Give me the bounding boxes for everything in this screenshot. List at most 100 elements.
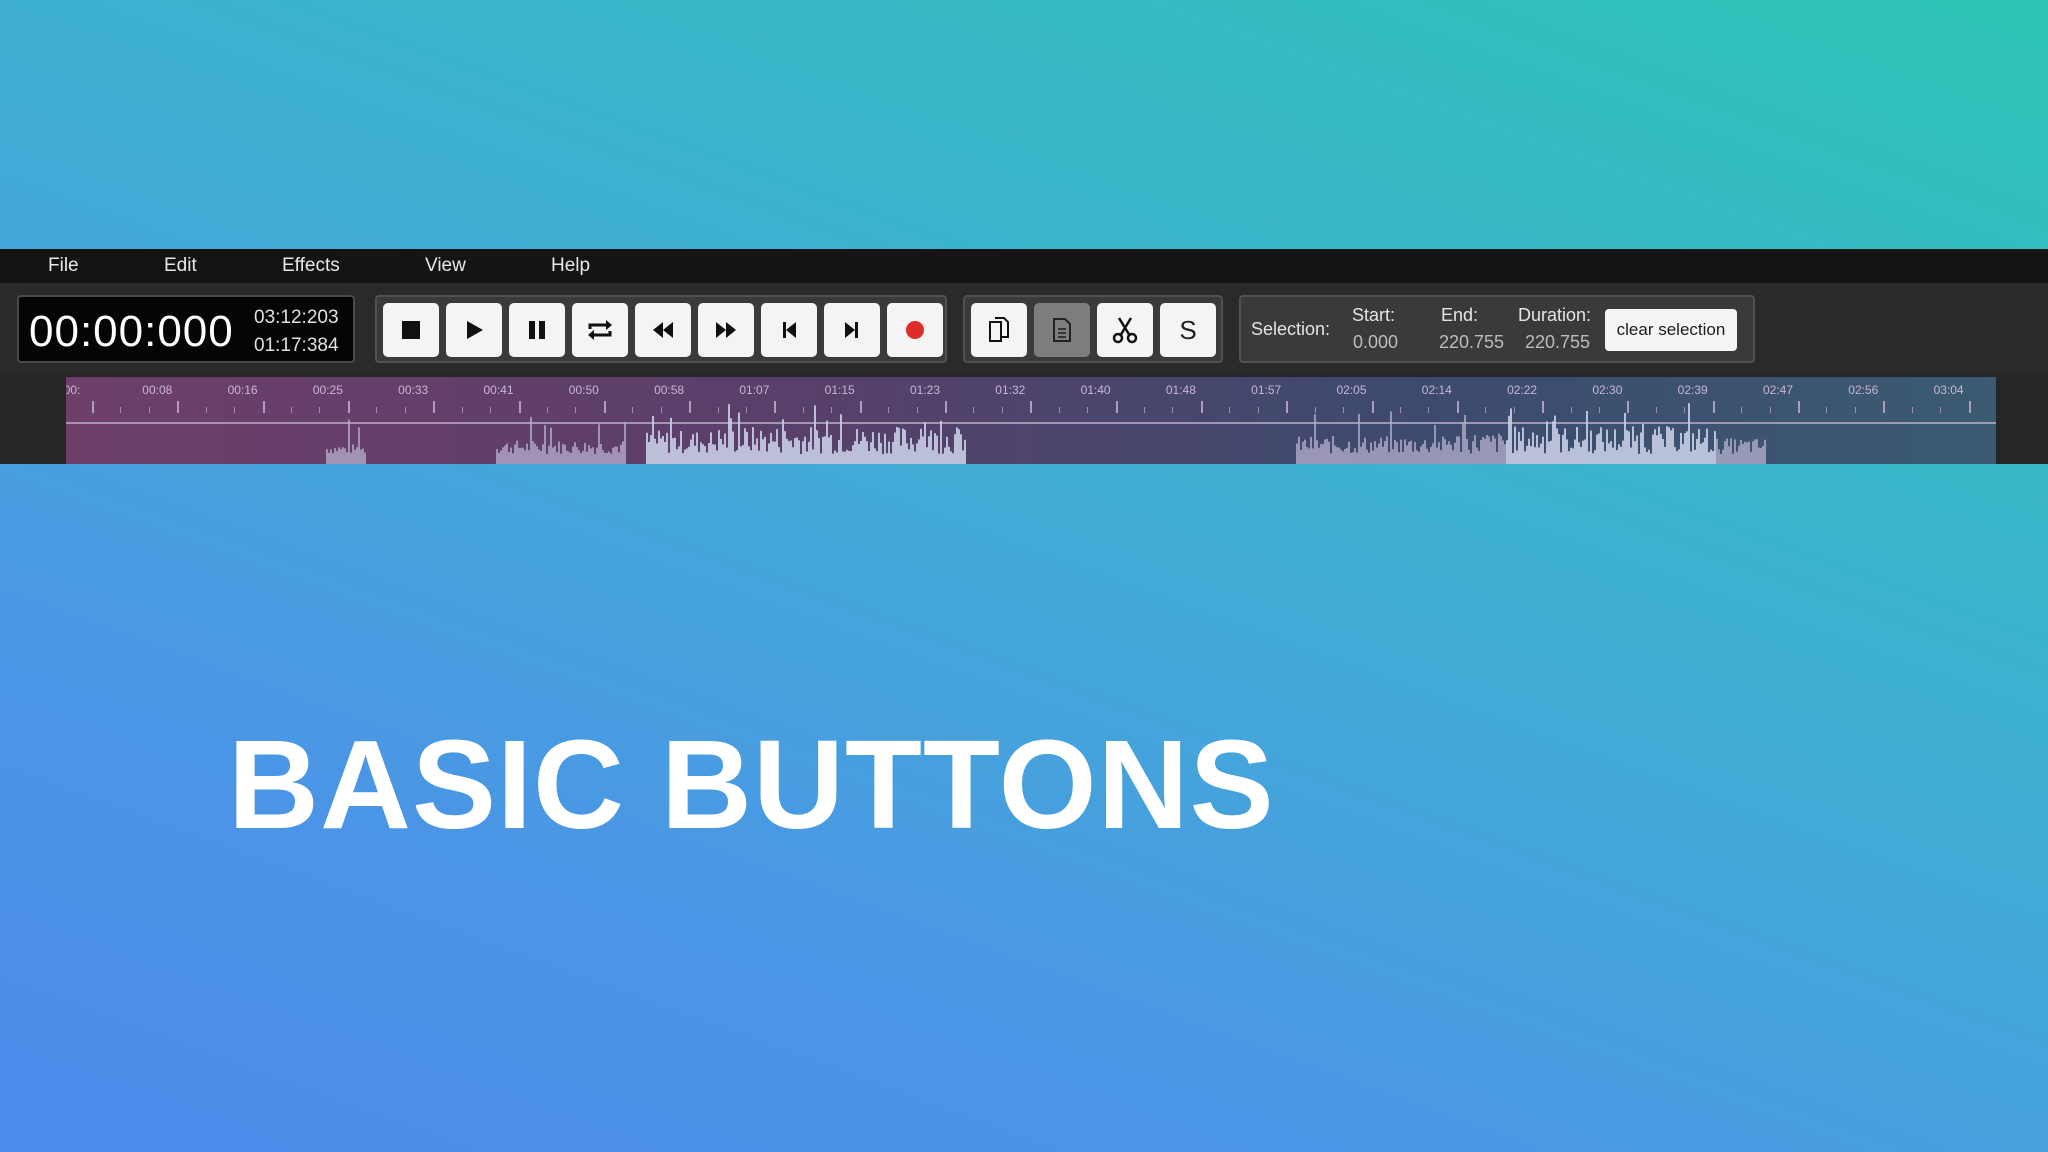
waveform-bar xyxy=(540,450,542,464)
waveform-bar xyxy=(1540,443,1542,464)
waveform-bar xyxy=(594,453,596,464)
waveform-bar xyxy=(650,435,652,464)
waveform-bar xyxy=(830,434,832,464)
stop-button[interactable] xyxy=(383,303,439,357)
waveform-bar xyxy=(596,447,598,464)
waveform-bar xyxy=(500,450,502,464)
waveform-bar xyxy=(658,430,660,464)
waveform-bar xyxy=(1762,445,1764,464)
waveform-bar xyxy=(738,412,740,464)
waveform-bar xyxy=(1502,440,1504,464)
record-button[interactable] xyxy=(887,303,943,357)
waveform-bar xyxy=(1604,451,1606,464)
rewind-button[interactable] xyxy=(635,303,691,357)
menu-edit[interactable]: Edit xyxy=(164,255,197,277)
waveform-bar xyxy=(1634,441,1636,464)
waveform-bar xyxy=(1432,443,1434,464)
waveform-bar xyxy=(782,419,784,464)
waveform-bar xyxy=(700,442,702,464)
waveform-bar xyxy=(1578,442,1580,464)
waveform-bar xyxy=(348,419,350,464)
waveform-bar xyxy=(670,417,672,464)
waveform-bar xyxy=(1364,437,1366,464)
waveform-bar xyxy=(1462,422,1464,464)
waveform-bar xyxy=(946,436,948,464)
waveform-bar xyxy=(814,405,816,464)
waveform-bar xyxy=(1308,448,1310,464)
waveform-bar xyxy=(816,430,818,464)
waveform-bar xyxy=(1474,435,1476,464)
waveform-bar xyxy=(824,436,826,464)
play-icon xyxy=(467,321,483,339)
waveform-bar xyxy=(656,443,658,464)
end-value: 220.755 xyxy=(1439,332,1505,352)
waveform-bar xyxy=(1312,448,1314,464)
waveform-bar xyxy=(1318,447,1320,464)
waveform-bar xyxy=(1450,444,1452,464)
fast-forward-button[interactable] xyxy=(698,303,754,357)
waveform-bar xyxy=(616,446,618,464)
waveform-bar xyxy=(1688,403,1690,464)
waveform-bar xyxy=(564,444,566,464)
waveform-bar xyxy=(1646,452,1648,464)
selection-time: 01:17:384 xyxy=(254,335,339,356)
waveform-bar xyxy=(526,443,528,464)
clear-selection-button[interactable]: clear selection xyxy=(1605,309,1737,351)
waveform-bar xyxy=(1564,428,1566,464)
waveform-bar xyxy=(704,446,706,464)
waveform-timeline[interactable]: 00: 00:08 00:16 00:25 00:33 00:41 00:50 00:58 01… xyxy=(66,377,1996,464)
waveform-bar xyxy=(1324,439,1326,464)
waveform-bar xyxy=(932,450,934,464)
copy-button[interactable] xyxy=(971,303,1027,357)
skip-back-icon xyxy=(783,322,796,338)
waveform-bar xyxy=(1728,446,1730,464)
waveform-bar xyxy=(1472,441,1474,464)
waveform-bar xyxy=(1620,446,1622,464)
waveform-bar xyxy=(752,427,754,464)
menu-effects[interactable]: Effects xyxy=(282,255,340,277)
waveform-bar xyxy=(506,443,508,464)
waveform-bar xyxy=(876,451,878,464)
waveform-bar xyxy=(550,427,552,464)
waveform-bar xyxy=(1300,449,1302,464)
waveform-bar xyxy=(1320,443,1322,464)
waveform-bar xyxy=(812,449,814,464)
menu-file[interactable]: File xyxy=(48,255,79,277)
waveform-bar xyxy=(1470,453,1472,464)
waveform-bar xyxy=(902,428,904,464)
waveform-bar xyxy=(1550,440,1552,464)
waveform-bar xyxy=(1574,439,1576,464)
loop-button[interactable] xyxy=(572,303,628,357)
waveform-bar xyxy=(552,447,554,464)
paste-button[interactable] xyxy=(1034,303,1090,357)
waveform-bar xyxy=(714,444,716,464)
menu-help[interactable]: Help xyxy=(551,255,590,277)
waveform-bar xyxy=(504,445,506,464)
waveform-bar xyxy=(1600,427,1602,464)
waveform-bar xyxy=(1396,442,1398,464)
waveform-bar xyxy=(1738,445,1740,464)
pause-button[interactable] xyxy=(509,303,565,357)
silence-button[interactable]: S xyxy=(1160,303,1216,357)
waveform-bar xyxy=(1400,439,1402,464)
waveform-bar xyxy=(926,447,928,464)
waveform-bar xyxy=(1730,438,1732,464)
cut-button[interactable] xyxy=(1097,303,1153,357)
waveform-bar xyxy=(820,453,822,464)
waveform-bar xyxy=(498,452,500,464)
waveform-bar xyxy=(584,442,586,464)
waveform-bar xyxy=(844,451,846,464)
play-button[interactable] xyxy=(446,303,502,357)
menu-view[interactable]: View xyxy=(425,255,466,277)
waveform-bar xyxy=(1754,439,1756,464)
waveform-bar xyxy=(1734,439,1736,464)
waveform-bar xyxy=(560,453,562,464)
waveform-bar xyxy=(1438,442,1440,464)
duration-value: 220.755 xyxy=(1525,332,1591,352)
waveform-bar xyxy=(962,450,964,464)
waveform-bar xyxy=(1704,437,1706,464)
waveform-bar xyxy=(1740,439,1742,464)
skip-to-start-button[interactable] xyxy=(761,303,817,357)
skip-forward-icon xyxy=(845,322,858,338)
skip-to-end-button[interactable] xyxy=(824,303,880,357)
